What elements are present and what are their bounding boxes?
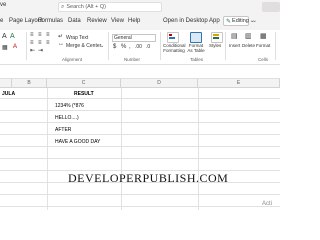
wrap-text-icon[interactable]: ↵	[58, 33, 63, 40]
search-box[interactable]: ⌕ Search (Alt + Q)	[58, 2, 162, 12]
merge-chevron-icon[interactable]: ⌄	[100, 43, 104, 49]
activate-windows-text: Acti	[262, 201, 273, 207]
share-button[interactable]	[262, 2, 280, 12]
format-cells-icon[interactable]: ▦	[260, 32, 267, 40]
ribbon: A A ▦ A ≡ ≡ ≡ ≡ ≡ ≡ ⇤ ⇥ ↵ Wrap Text ↔ Me…	[0, 30, 280, 65]
conditional-formatting-icon[interactable]	[167, 32, 179, 43]
group-label-tables: Tables	[190, 57, 204, 62]
align-center-icon[interactable]: ≡	[38, 40, 42, 46]
open-in-desktop-app-button[interactable]: Open in Desktop App	[163, 18, 220, 24]
editing-mode-button[interactable]: ✎ Editing ⌄	[223, 16, 254, 26]
wrap-text-button[interactable]: Wrap Text	[66, 35, 88, 41]
increase-indent-icon[interactable]: ⇥	[38, 47, 43, 54]
currency-button[interactable]: $	[113, 44, 116, 50]
font-decrease-icon[interactable]: A	[2, 33, 7, 40]
tab-home[interactable]: e	[0, 18, 3, 24]
font-color-red-icon[interactable]: A	[13, 44, 17, 50]
column-header-b[interactable]: B	[12, 79, 47, 88]
tab-data[interactable]: Data	[68, 18, 81, 24]
ribbon-separator	[26, 32, 27, 60]
result-cell[interactable]: AFTER	[55, 127, 71, 133]
row-gridline	[0, 194, 280, 195]
group-label-number: Number	[124, 57, 141, 62]
pencil-icon: ✎	[226, 18, 232, 25]
app-title: ve	[0, 2, 7, 8]
percent-button[interactable]: %	[121, 44, 126, 50]
decrease-decimal-button[interactable]: .00	[135, 44, 142, 50]
row-gridline	[0, 122, 280, 123]
row-gridline	[0, 134, 280, 135]
select-all-corner[interactable]	[0, 79, 12, 88]
tab-bar: ve ⌕ Search (Alt + Q) e Page Layout Form…	[0, 0, 280, 30]
tab-review[interactable]: Review	[87, 18, 107, 24]
merge-center-icon[interactable]: ↔	[58, 41, 64, 47]
tab-formulas[interactable]: Formulas	[38, 18, 63, 24]
row-gridline	[0, 98, 280, 99]
align-middle-icon[interactable]: ≡	[38, 32, 42, 38]
group-label-alignment: Alignment	[62, 57, 83, 62]
decrease-indent-icon[interactable]: ⇤	[30, 47, 35, 54]
formula-bar[interactable]	[0, 65, 280, 79]
site-watermark: DEVELOPERPUBLISH.COM	[68, 171, 229, 185]
align-top-icon[interactable]: ≡	[30, 32, 34, 38]
increase-decimal-button[interactable]: .0	[146, 44, 150, 50]
result-cell[interactable]: 1234% (*876	[55, 103, 84, 109]
ribbon-separator	[275, 32, 276, 60]
column-header-d[interactable]: D	[121, 79, 198, 88]
format-as-table-button[interactable]: Format As Table	[186, 43, 206, 53]
number-format-value: General	[114, 35, 132, 41]
ribbon-separator	[160, 32, 161, 60]
ribbon-separator	[225, 32, 226, 60]
styles-icon[interactable]	[211, 32, 223, 43]
editing-label: Editing	[232, 18, 249, 24]
column-gridline	[121, 88, 122, 210]
conditional-formatting-button[interactable]: Conditional Formatting	[163, 43, 186, 53]
align-bottom-icon[interactable]: ≡	[46, 32, 50, 38]
comma-button[interactable]: ,	[129, 44, 131, 50]
align-right-icon[interactable]: ≡	[46, 40, 50, 46]
result-cell[interactable]: HELLO....)	[55, 115, 79, 121]
worksheet-grid[interactable]: B C D E JULA RESULT 1234% (*876 HELLO...…	[0, 79, 280, 210]
delete-button[interactable]: Delete	[242, 43, 255, 48]
borders-icon[interactable]: ▦	[2, 44, 8, 51]
group-label-cells: Cells	[258, 57, 269, 62]
search-icon: ⌕	[61, 3, 65, 10]
formula-column-header[interactable]: JULA	[2, 91, 15, 97]
result-column-header[interactable]: RESULT	[74, 91, 94, 97]
font-color-icon[interactable]: A	[10, 33, 15, 40]
column-header-e[interactable]: E	[198, 79, 280, 88]
format-button[interactable]: Format	[256, 43, 270, 48]
row-gridline	[0, 110, 280, 111]
number-format-select[interactable]: General	[112, 34, 156, 42]
tab-help[interactable]: Help	[128, 18, 140, 24]
format-as-table-icon[interactable]	[190, 32, 202, 43]
row-gridline	[0, 146, 280, 147]
row-gridline	[0, 206, 280, 207]
styles-button[interactable]: Styles	[209, 43, 221, 48]
ribbon-more-icon[interactable]: ⌄	[252, 17, 257, 24]
merge-center-button[interactable]: Merge & Center	[66, 43, 101, 49]
column-header-c[interactable]: C	[47, 79, 121, 88]
delete-cells-icon[interactable]: ▥	[245, 32, 252, 40]
column-gridline	[47, 88, 48, 210]
align-left-icon[interactable]: ≡	[30, 40, 34, 46]
ribbon-separator	[108, 32, 109, 60]
column-gridline	[198, 88, 199, 210]
tab-view[interactable]: View	[111, 18, 124, 24]
insert-button[interactable]: Insert	[229, 43, 240, 48]
insert-cells-icon[interactable]: ▤	[231, 32, 238, 40]
result-cell[interactable]: HAVE A GOOD DAY	[55, 139, 100, 145]
search-text: Search (Alt + Q)	[66, 4, 106, 10]
row-gridline	[0, 158, 280, 159]
